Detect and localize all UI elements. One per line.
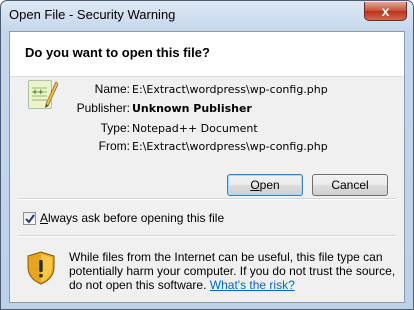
checkmark-icon [25, 214, 35, 224]
dialog-body: Do you want to open this file? ++ Name: … [9, 31, 405, 303]
publisher-label: Publisher: [76, 101, 130, 115]
cancel-button[interactable]: Cancel [312, 174, 388, 196]
name-label: Name: [94, 82, 130, 96]
from-label: From: [98, 139, 130, 153]
close-button[interactable]: x [364, 2, 407, 21]
always-ask-label[interactable]: Always ask before opening this file [40, 211, 224, 225]
dialog-question: Do you want to open this file? [25, 45, 210, 60]
whats-the-risk-link[interactable]: What's the risk? [210, 278, 295, 292]
always-ask-checkbox[interactable] [23, 212, 36, 225]
warning-message: While files from the Internet can be use… [69, 250, 399, 292]
title-bar[interactable]: Open File - Security Warning x [1, 1, 413, 31]
type-label: Type: [100, 121, 130, 135]
open-button-mnemonic: O [250, 178, 260, 192]
svg-text:++: ++ [32, 88, 44, 96]
type-value: Notepad++ Document [132, 122, 258, 135]
from-value: E:\Extract\wordpress\wp-config.php [132, 140, 328, 153]
window-title: Open File - Security Warning [9, 7, 176, 22]
separator [18, 198, 396, 200]
publisher-value: Unknown Publisher [132, 102, 252, 115]
always-ask-label-text: lways ask before opening this file [48, 211, 225, 225]
dialog-header: Do you want to open this file? [10, 32, 404, 77]
separator [18, 235, 396, 237]
shield-warning-icon [27, 251, 55, 285]
security-warning-window: Open File - Security Warning x Do you wa… [0, 0, 414, 310]
close-icon: x [381, 3, 390, 19]
cancel-button-label: Cancel [331, 178, 369, 192]
open-button[interactable]: Open [227, 174, 303, 196]
open-button-label: pen [259, 178, 280, 192]
name-value: E:\Extract\wordpress\wp-config.php [132, 83, 328, 96]
always-ask-mnemonic: A [40, 211, 49, 225]
